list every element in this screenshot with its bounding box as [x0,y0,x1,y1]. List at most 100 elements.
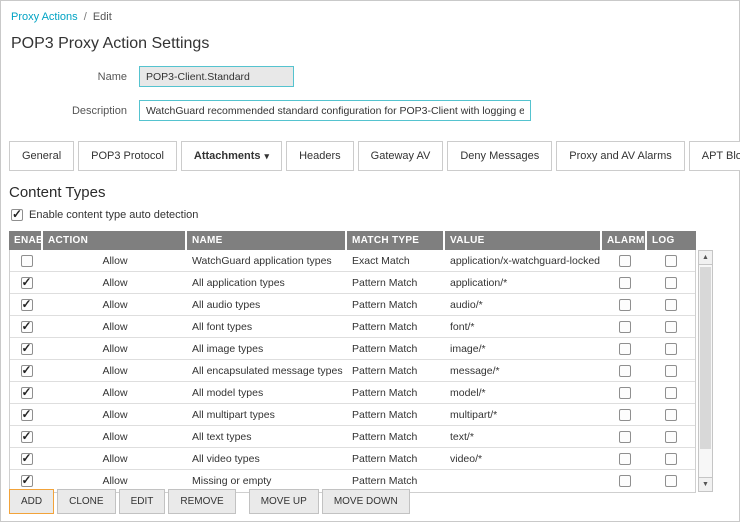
breadcrumb-current: Edit [93,11,112,23]
alarm-checkbox[interactable] [619,343,631,355]
breadcrumb-separator: / [84,11,87,23]
name-cell: Missing or empty [187,475,347,487]
table-row[interactable]: AllowWatchGuard application typesExact M… [10,250,695,272]
scrollbar-thumb[interactable] [700,267,711,449]
enable-checkbox[interactable] [21,365,33,377]
name-cell: WatchGuard application types [187,255,347,267]
clone-button[interactable]: CLONE [57,489,115,514]
action-cell: Allow [43,277,187,289]
table-row[interactable]: AllowAll encapsulated message typesPatte… [10,360,695,382]
tab-apt-blocker[interactable]: APT Blocker [689,141,740,171]
auto-detect-checkbox[interactable] [11,209,23,221]
enable-checkbox[interactable] [21,321,33,333]
match-type-cell: Pattern Match [347,365,445,377]
enable-checkbox-cell [10,342,43,354]
edit-button[interactable]: EDIT [119,489,166,514]
log-checkbox[interactable] [665,321,677,333]
match-type-cell: Pattern Match [347,453,445,465]
enable-checkbox[interactable] [21,343,33,355]
log-checkbox-cell [647,364,694,376]
log-checkbox[interactable] [665,409,677,421]
match-type-cell: Pattern Match [347,387,445,399]
alarm-checkbox[interactable] [619,321,631,333]
table-row[interactable]: AllowAll video typesPattern Matchvideo/* [10,448,695,470]
enable-checkbox-cell [10,298,43,310]
page-title: POP3 Proxy Action Settings [11,35,739,53]
alarm-checkbox[interactable] [619,387,631,399]
tab-pop3-protocol[interactable]: POP3 Protocol [78,141,177,171]
alarm-checkbox[interactable] [619,299,631,311]
tab-headers[interactable]: Headers [286,141,354,171]
enable-checkbox[interactable] [21,475,33,487]
enable-checkbox[interactable] [21,299,33,311]
table-row[interactable]: AllowAll font typesPattern Matchfont/* [10,316,695,338]
table-row[interactable]: AllowAll image typesPattern Matchimage/* [10,338,695,360]
tab-label: General [22,150,61,162]
table-row[interactable]: AllowAll text typesPattern Matchtext/* [10,426,695,448]
enable-checkbox[interactable] [21,255,33,267]
vertical-scrollbar[interactable]: ▲ ▼ [698,250,713,492]
name-cell: All audio types [187,299,347,311]
log-checkbox[interactable] [665,255,677,267]
breadcrumb-link-proxy-actions[interactable]: Proxy Actions [11,11,78,23]
table-row[interactable]: AllowAll application typesPattern Matcha… [10,272,695,294]
log-checkbox[interactable] [665,365,677,377]
breadcrumb: Proxy Actions / Edit [1,1,739,23]
alarm-checkbox-cell [602,430,647,442]
alarm-checkbox-cell [602,475,647,487]
move-down-button[interactable]: MOVE DOWN [322,489,410,514]
add-button[interactable]: ADD [9,489,54,514]
tab-gateway-av[interactable]: Gateway AV [358,141,444,171]
value-cell: application/x-watchguard-locked [445,255,602,267]
log-checkbox[interactable] [665,475,677,487]
move-up-button[interactable]: MOVE UP [249,489,319,514]
move-buttons-group: MOVE UPMOVE DOWN [249,489,410,514]
log-checkbox-cell [647,298,694,310]
value-cell: video/* [445,453,602,465]
remove-button[interactable]: REMOVE [168,489,235,514]
tab-deny-messages[interactable]: Deny Messages [447,141,552,171]
name-cell: All image types [187,343,347,355]
alarm-checkbox[interactable] [619,409,631,421]
alarm-checkbox[interactable] [619,365,631,377]
action-cell: Allow [43,299,187,311]
enable-checkbox[interactable] [21,277,33,289]
enable-checkbox[interactable] [21,409,33,421]
tab-label: POP3 Protocol [91,150,164,162]
scroll-up-icon[interactable]: ▲ [699,251,712,265]
table-row[interactable]: AllowAll model typesPattern Matchmodel/* [10,382,695,404]
log-checkbox[interactable] [665,277,677,289]
log-checkbox[interactable] [665,453,677,465]
scroll-down-icon[interactable]: ▼ [699,477,712,491]
alarm-checkbox[interactable] [619,475,631,487]
table-row[interactable]: AllowAll multipart typesPattern Matchmul… [10,404,695,426]
alarm-checkbox[interactable] [619,277,631,289]
log-checkbox-cell [647,276,694,288]
log-checkbox[interactable] [665,387,677,399]
enable-checkbox[interactable] [21,431,33,443]
value-cell: message/* [445,365,602,377]
description-field[interactable] [139,100,531,121]
enable-checkbox[interactable] [21,453,33,465]
auto-detect-label: Enable content type auto detection [29,209,198,221]
name-label: Name [1,71,139,83]
alarm-checkbox-cell [602,276,647,288]
log-checkbox[interactable] [665,431,677,443]
tab-general[interactable]: General [9,141,74,171]
alarm-checkbox[interactable] [619,255,631,267]
tab-proxy-and-av-alarms[interactable]: Proxy and AV Alarms [556,141,685,171]
log-checkbox[interactable] [665,299,677,311]
name-field[interactable] [139,66,294,87]
table-row[interactable]: AllowAll audio typesPattern Matchaudio/* [10,294,695,316]
match-type-cell: Pattern Match [347,431,445,443]
value-cell: font/* [445,321,602,333]
alarm-checkbox[interactable] [619,431,631,443]
enable-checkbox-cell [10,254,43,266]
enable-checkbox-cell [10,408,43,420]
auto-detect-row: Enable content type auto detection [11,209,739,221]
tab-attachments[interactable]: Attachments▾ [181,141,282,171]
description-label: Description [1,105,139,117]
alarm-checkbox[interactable] [619,453,631,465]
enable-checkbox[interactable] [21,387,33,399]
log-checkbox[interactable] [665,343,677,355]
